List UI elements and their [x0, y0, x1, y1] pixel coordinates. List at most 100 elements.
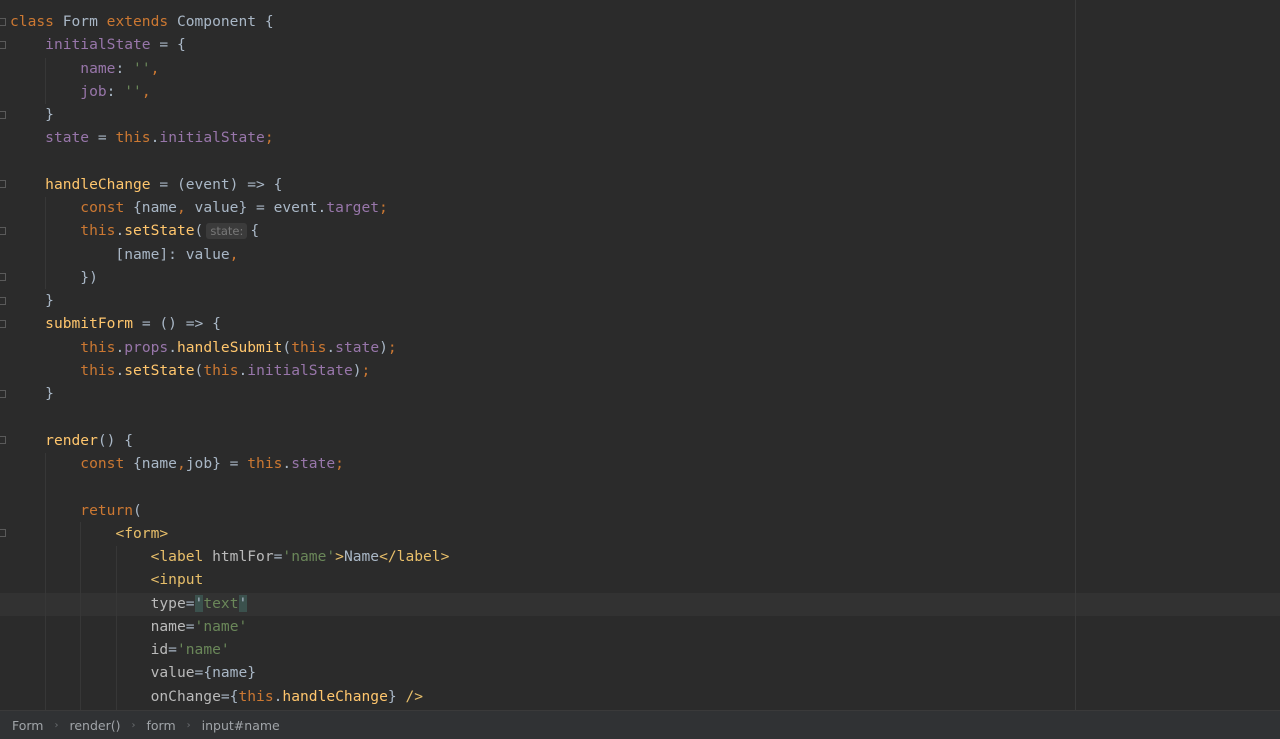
code-token: this: [247, 455, 283, 473]
code-token: job: [80, 82, 107, 100]
fold-marker-icon[interactable]: [0, 390, 6, 398]
code-line[interactable]: name: '',: [10, 57, 449, 80]
fold-marker-icon[interactable]: [0, 111, 6, 119]
code-token: {name: [133, 199, 177, 217]
code-token: <input: [150, 571, 204, 589]
code-line[interactable]: type='text': [10, 592, 449, 615]
code-token: '': [133, 59, 151, 77]
code-token: </label>: [379, 548, 450, 566]
code-token: props: [124, 338, 169, 356]
code-token: state: [335, 338, 380, 356]
code-token: (: [194, 222, 204, 240]
fold-marker-icon[interactable]: [0, 227, 6, 235]
breadcrumb-item-input[interactable]: input#name: [202, 718, 280, 733]
code-line[interactable]: state = this.initialState;: [10, 126, 449, 149]
code-token: }): [10, 268, 98, 286]
code-line[interactable]: initialState = {: [10, 33, 449, 56]
code-token: value: [150, 664, 195, 682]
code-line[interactable]: this.setState(this.initialState);: [10, 359, 449, 382]
code-line[interactable]: handleChange = (event) => {: [10, 173, 449, 196]
code-token: ,: [150, 59, 160, 77]
code-line[interactable]: }: [10, 382, 449, 405]
code-token: :: [106, 82, 125, 100]
code-line[interactable]: [name]: value,: [10, 243, 449, 266]
code-token: }: [387, 687, 406, 705]
code-token: handleSubmit: [176, 338, 283, 356]
code-token: (: [133, 501, 142, 519]
fold-marker-icon[interactable]: [0, 297, 6, 305]
code-token: handleChange: [45, 175, 151, 193]
code-token: state: [45, 129, 90, 147]
code-line[interactable]: [10, 475, 449, 498]
fold-marker-icon[interactable]: [0, 529, 6, 537]
code-line[interactable]: <input: [10, 568, 449, 591]
code-token: ;: [335, 455, 344, 473]
fold-marker-icon[interactable]: [0, 273, 6, 281]
code-token: onChange: [150, 687, 221, 705]
code-line[interactable]: onChange={this.handleChange} />: [10, 685, 449, 708]
code-line[interactable]: class Form extends Component {: [10, 10, 449, 33]
fold-marker-icon[interactable]: [0, 18, 6, 26]
code-token: }: [10, 292, 54, 310]
code-token: ;: [264, 129, 274, 147]
code-line[interactable]: [10, 150, 449, 173]
fold-marker-icon[interactable]: [0, 180, 6, 188]
code-line[interactable]: value={name}: [10, 661, 449, 684]
code-text[interactable]: class Form extends Component { initialSt…: [10, 10, 449, 708]
breadcrumb-item-form-class[interactable]: Form: [12, 718, 44, 733]
fold-marker-icon[interactable]: [0, 320, 6, 328]
code-line[interactable]: }: [10, 289, 449, 312]
code-token: const: [80, 199, 134, 217]
code-line[interactable]: const {name,job} = this.state;: [10, 452, 449, 475]
code-line[interactable]: id='name': [10, 638, 449, 661]
code-line[interactable]: <label htmlFor='name'>Name</label>: [10, 545, 450, 568]
code-token: id: [150, 641, 169, 659]
code-token: render: [45, 431, 98, 449]
code-line[interactable]: job: '',: [10, 80, 449, 103]
parameter-hint: state:: [206, 223, 248, 240]
code-token: :: [115, 59, 134, 77]
code-token: this: [80, 222, 116, 240]
breadcrumb: Form › render() › form › input#name: [0, 710, 1280, 739]
code-token: =: [89, 129, 116, 147]
code-token: ,: [176, 455, 186, 473]
breadcrumb-item-form-tag[interactable]: form: [147, 718, 176, 733]
code-token: = () => {: [133, 315, 221, 333]
code-token: handleChange: [282, 687, 388, 705]
code-token: .: [115, 222, 125, 240]
code-token: = {: [150, 36, 186, 54]
code-line[interactable]: this.setState(state:{: [10, 219, 449, 242]
code-editor[interactable]: class Form extends Component { initialSt…: [0, 0, 1280, 710]
code-token: ): [352, 361, 362, 379]
code-token: 'name': [194, 617, 248, 635]
code-line[interactable]: submitForm = () => {: [10, 312, 449, 335]
code-line[interactable]: this.props.handleSubmit(this.state);: [10, 336, 449, 359]
breadcrumb-item-render[interactable]: render(): [70, 718, 121, 733]
code-token: >: [335, 548, 344, 566]
code-line[interactable]: const {name, value} = event.target;: [10, 196, 449, 219]
code-line[interactable]: }: [10, 103, 449, 126]
code-token: =: [168, 641, 177, 659]
code-token: value} = event.: [194, 199, 327, 217]
fold-marker-icon[interactable]: [0, 41, 6, 49]
code-line[interactable]: }): [10, 266, 449, 289]
code-token: return: [80, 501, 134, 519]
code-token: (: [282, 338, 292, 356]
code-line[interactable]: [10, 406, 449, 429]
code-token: [name]: value: [10, 245, 230, 263]
code-line[interactable]: name='name': [10, 615, 449, 638]
code-token: {name: [133, 455, 177, 473]
code-token: target: [326, 199, 380, 217]
fold-marker-icon[interactable]: [0, 436, 6, 444]
code-line[interactable]: return(: [10, 499, 449, 522]
code-line[interactable]: <form>: [10, 522, 449, 545]
code-line[interactable]: render() {: [10, 429, 449, 452]
